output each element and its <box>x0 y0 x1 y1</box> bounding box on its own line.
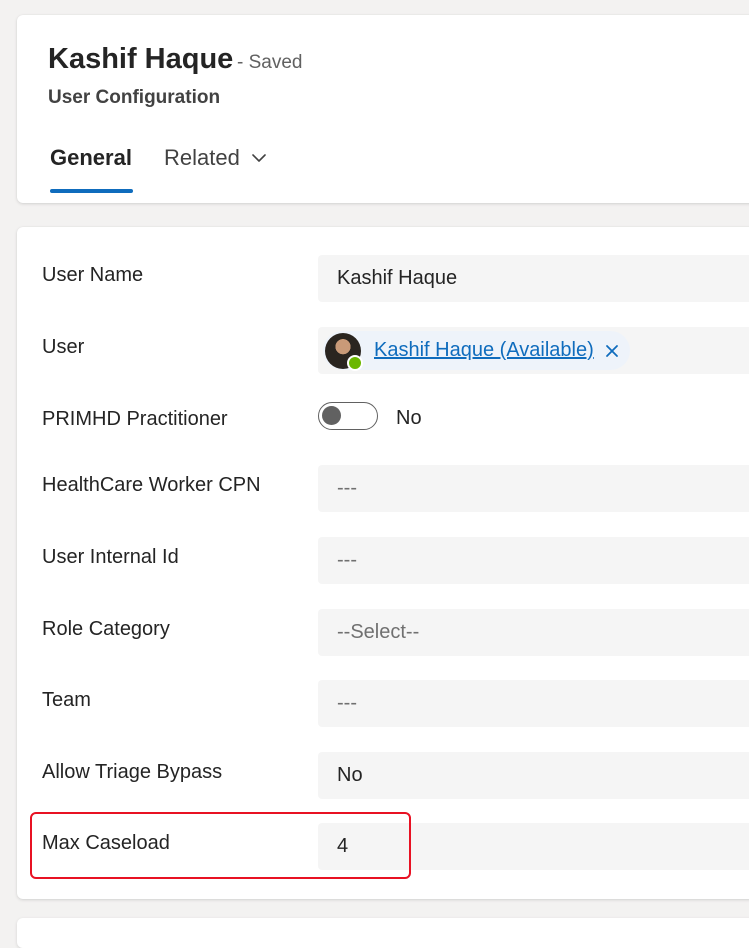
tab-related[interactable]: Related <box>164 145 268 171</box>
toggle-knob <box>322 406 341 425</box>
user-label: User <box>42 336 85 358</box>
healthcare-worker-cpn-label: HealthCare Worker CPN <box>42 474 261 496</box>
saved-status: - Saved <box>237 52 303 73</box>
role-category-select[interactable]: --Select-- <box>318 609 749 656</box>
primhd-practitioner-label: PRIMHD Practitioner <box>42 408 228 430</box>
allow-triage-bypass-label: Allow Triage Bypass <box>42 761 223 783</box>
healthcare-worker-cpn-field[interactable]: --- <box>318 465 749 512</box>
user-lookup-field[interactable]: Kashif Haque (Available) <box>318 327 749 374</box>
tab-related-label: Related <box>164 145 240 170</box>
record-header: Kashif Haque - Saved User Configuration … <box>17 15 749 203</box>
team-lookup-field[interactable]: --- <box>318 680 749 727</box>
tab-general[interactable]: General <box>50 145 132 171</box>
record-title: Kashif Haque <box>48 43 234 75</box>
max-caseload-field[interactable]: 4 <box>318 823 749 870</box>
close-icon[interactable] <box>604 343 620 359</box>
allow-triage-bypass-field[interactable]: No <box>318 752 749 799</box>
chevron-down-icon <box>252 154 266 162</box>
max-caseload-label: Max Caseload <box>42 832 170 854</box>
user-lookup-link[interactable]: Kashif Haque (Available) <box>374 339 594 362</box>
general-form: User Name Kashif Haque User Kashif Haque… <box>17 227 749 899</box>
team-label: Team <box>42 689 91 711</box>
user-lookup-chip: Kashif Haque (Available) <box>323 331 630 371</box>
user-name-field[interactable]: Kashif Haque <box>318 255 749 302</box>
role-category-label: Role Category <box>42 618 170 640</box>
presence-available-icon <box>347 354 363 371</box>
avatar <box>325 332 363 371</box>
selected-tab-indicator <box>50 189 133 193</box>
primhd-practitioner-value: No <box>396 407 422 429</box>
user-internal-id-field[interactable]: --- <box>318 537 749 584</box>
entity-name: User Configuration <box>48 87 221 108</box>
user-internal-id-label: User Internal Id <box>42 546 179 568</box>
primhd-practitioner-toggle[interactable] <box>318 402 378 430</box>
user-name-label: User Name <box>42 264 144 286</box>
